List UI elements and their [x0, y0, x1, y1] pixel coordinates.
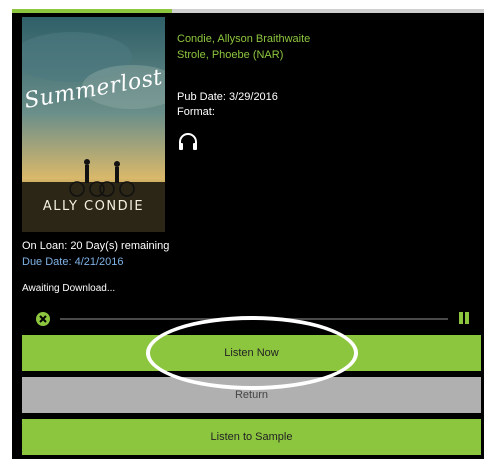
top-progress-fill	[12, 9, 173, 13]
headphones-icon	[179, 133, 197, 150]
seek-track[interactable]	[60, 318, 448, 320]
listen-now-button[interactable]: Listen Now	[22, 335, 481, 371]
close-icon	[39, 315, 47, 323]
top-progress-bar	[12, 9, 484, 13]
download-status: Awaiting Download...	[22, 283, 116, 294]
cover-author: ALLY CONDIE	[42, 199, 145, 214]
book-cover[interactable]: Summerlost ALLY CONDIE	[22, 17, 165, 232]
format-label: Format:	[177, 106, 215, 118]
pause-icon[interactable]	[458, 312, 470, 324]
author-list: Condie, Allyson Braithwaite Strole, Phoe…	[177, 31, 310, 63]
author-link[interactable]: Condie, Allyson Braithwaite	[177, 31, 310, 47]
return-button[interactable]: Return	[22, 377, 481, 413]
narrator-link[interactable]: Strole, Phoebe (NAR)	[177, 47, 310, 63]
listen-to-sample-button[interactable]: Listen to Sample	[22, 419, 481, 455]
cancel-download-icon[interactable]	[36, 312, 50, 326]
loan-remaining: On Loan: 20 Day(s) remaining	[22, 240, 170, 252]
due-date: Due Date: 4/21/2016	[22, 256, 124, 268]
pub-date: Pub Date: 3/29/2016	[177, 91, 278, 103]
